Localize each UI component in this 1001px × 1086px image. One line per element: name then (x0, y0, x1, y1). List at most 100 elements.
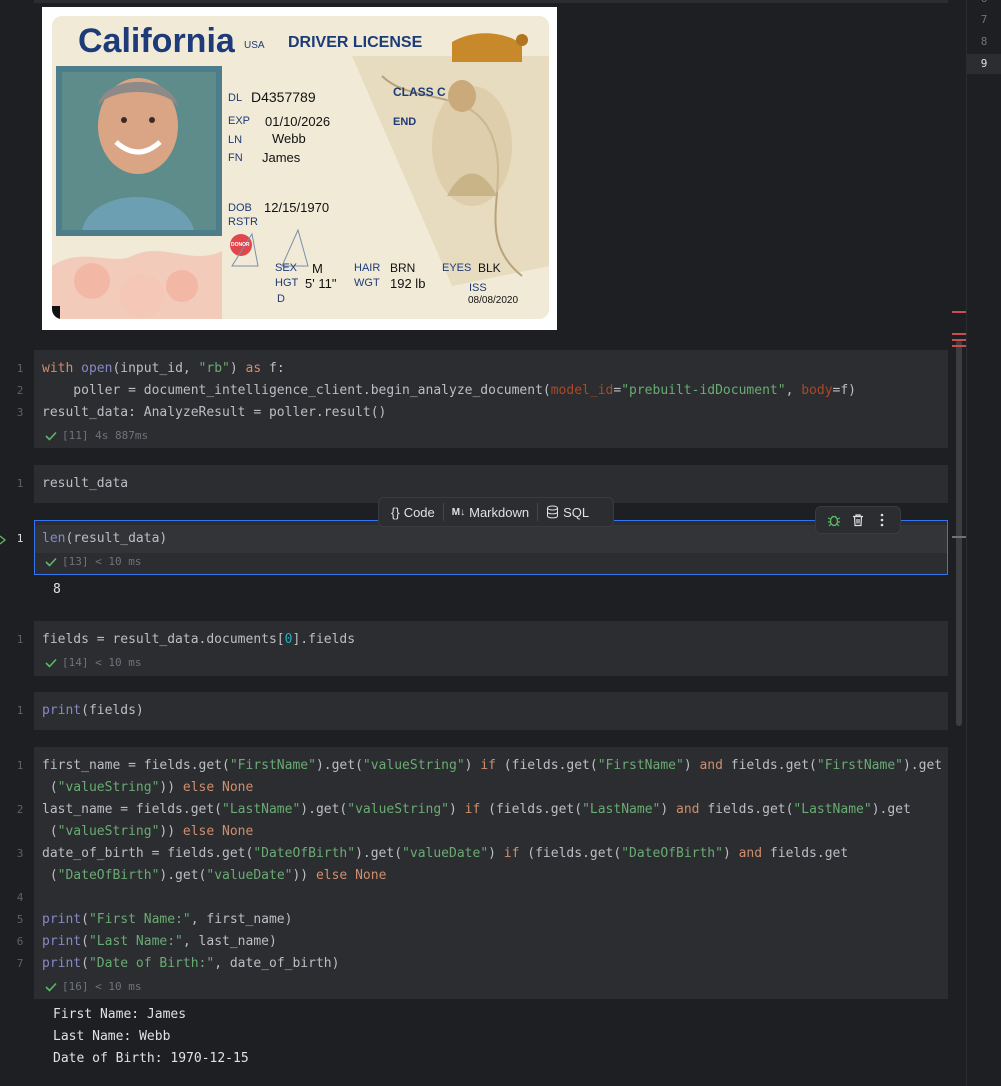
license-country: USA (244, 40, 265, 51)
trash-icon (853, 514, 863, 527)
code-line[interactable]: print("Date of Birth:", date_of_birth) (42, 953, 339, 975)
success-check-icon (45, 658, 57, 668)
license-doc-type: DRIVER LICENSE (288, 34, 423, 51)
exp-label: EXP (228, 115, 251, 127)
iss-value: 08/08/2020 (468, 295, 519, 306)
line-number: 4 (16, 891, 24, 904)
line-number: 1 (16, 633, 24, 646)
code-line[interactable]: with open(input_id, "rb") as f: (42, 358, 285, 380)
add-cell-toolbar: {} Code M↓ Markdown SQL (378, 497, 614, 527)
execution-status-text: [13] < 10 ms (62, 555, 142, 568)
fn-label: FN (228, 152, 243, 164)
code-line[interactable]: print(fields) (42, 700, 144, 722)
dob-value: 12/15/1970 (264, 200, 330, 215)
line-number: 1 (16, 477, 24, 490)
error-marker[interactable] (952, 339, 966, 341)
line-number: 6 (16, 935, 24, 948)
code-line[interactable]: ("valueString")) else None (42, 777, 254, 799)
database-icon (547, 505, 559, 519)
success-check-icon (45, 431, 57, 441)
add-code-cell-button[interactable]: {} Code (385, 500, 441, 524)
line-number: 2 (16, 384, 24, 397)
add-sql-cell-button[interactable]: SQL (540, 500, 595, 524)
code-cell-print-fields[interactable] (34, 692, 948, 730)
line-number: 2 (16, 803, 24, 816)
cell-output-line: Last Name: Webb (53, 1029, 171, 1044)
gutter-line-number: 8 (980, 35, 988, 48)
execution-status: [14] < 10 ms (44, 655, 141, 671)
license-class: CLASS C (393, 85, 446, 99)
debug-cell-button[interactable] (824, 510, 844, 530)
end-label: END (393, 116, 417, 128)
line-number: 1 (16, 362, 24, 375)
cell-output: 8 (53, 582, 61, 597)
license-state: California (78, 22, 235, 60)
bug-icon (827, 515, 841, 527)
dd-label: D (277, 293, 285, 305)
donor-label: DONOR (231, 242, 250, 248)
hgt-label: HGT (275, 277, 299, 289)
ln-label: LN (228, 134, 243, 146)
code-line[interactable]: print("Last Name:", last_name) (42, 931, 277, 953)
execution-status: [16] < 10 ms (44, 979, 141, 995)
eyes-label: EYES (442, 262, 472, 274)
dl-label: DL (228, 92, 243, 104)
code-line[interactable]: fields = result_data.documents[0].fields (42, 629, 355, 651)
error-marker[interactable] (952, 311, 966, 313)
iss-label: ISS (469, 282, 487, 294)
code-line[interactable]: print("First Name:", first_name) (42, 909, 292, 931)
code-line[interactable]: ("DateOfBirth").get("valueDate")) else N… (42, 865, 387, 887)
line-number: 1 (16, 704, 24, 717)
code-line[interactable]: last_name = fields.get("LastName").get("… (42, 799, 911, 821)
rstr-label: RSTR (228, 216, 258, 228)
run-arrow-icon[interactable] (0, 535, 6, 545)
vertical-scrollbar-thumb[interactable] (956, 340, 962, 726)
last-name-value: Webb (272, 131, 306, 146)
hair-label: HAIR (354, 262, 381, 274)
dl-number: D4357789 (251, 89, 316, 105)
toolbar-divider (537, 503, 539, 521)
line-number: 5 (16, 913, 24, 926)
error-marker[interactable] (952, 345, 966, 347)
dob-label: DOB (228, 202, 252, 214)
code-line[interactable]: result_data: AnalyzeResult = poller.resu… (42, 402, 386, 424)
toolbar-divider (442, 503, 444, 521)
sex-value: M (312, 261, 323, 276)
line-number: 3 (16, 847, 24, 860)
markdown-icon: M↓ (451, 506, 466, 518)
gutter-line-number: 7 (980, 13, 988, 26)
add-sql-label: SQL (563, 504, 590, 520)
execution-status-text: [16] < 10 ms (62, 980, 142, 993)
more-actions-button[interactable] (872, 510, 892, 530)
cell-output-line: Date of Birth: 1970-12-15 (53, 1051, 249, 1066)
add-markdown-cell-button[interactable]: M↓ Markdown (446, 500, 535, 524)
exp-date: 01/10/2026 (265, 114, 331, 129)
line-number: 1 (16, 759, 24, 772)
code-line[interactable]: poller = document_intelligence_client.be… (42, 380, 856, 402)
code-cell-len[interactable] (34, 520, 948, 575)
previous-cell-edge (34, 0, 948, 3)
eyes-value: BLK (478, 261, 501, 275)
wgt-label: WGT (354, 277, 380, 289)
success-check-icon (45, 557, 57, 567)
line-number: 1 (16, 532, 24, 545)
code-line[interactable]: ("valueString")) else None (42, 821, 254, 843)
more-vertical-icon (880, 513, 884, 527)
caret-marker[interactable] (952, 536, 966, 538)
line-number: 7 (16, 957, 24, 970)
execution-status: [13] < 10 ms (44, 554, 141, 570)
license-card: California USA DRIVER LICENSE DL D435778… (52, 16, 549, 319)
code-line[interactable]: len(result_data) (42, 528, 167, 550)
line-number: 3 (16, 406, 24, 419)
sex-label: SEX (275, 262, 298, 274)
braces-icon: {} (391, 504, 400, 520)
code-line[interactable]: result_data (42, 473, 128, 495)
delete-cell-button[interactable] (848, 510, 868, 530)
code-line[interactable]: date_of_birth = fields.get("DateOfBirth"… (42, 843, 848, 865)
error-marker[interactable] (952, 333, 966, 335)
drivers-license-image: California USA DRIVER LICENSE DL D435778… (42, 7, 557, 330)
hgt-value: 5' 11" (305, 276, 337, 291)
hair-value: BRN (390, 261, 416, 275)
execution-status: [11] 4s 887ms (44, 428, 148, 444)
code-line[interactable]: first_name = fields.get("FirstName").get… (42, 755, 942, 777)
